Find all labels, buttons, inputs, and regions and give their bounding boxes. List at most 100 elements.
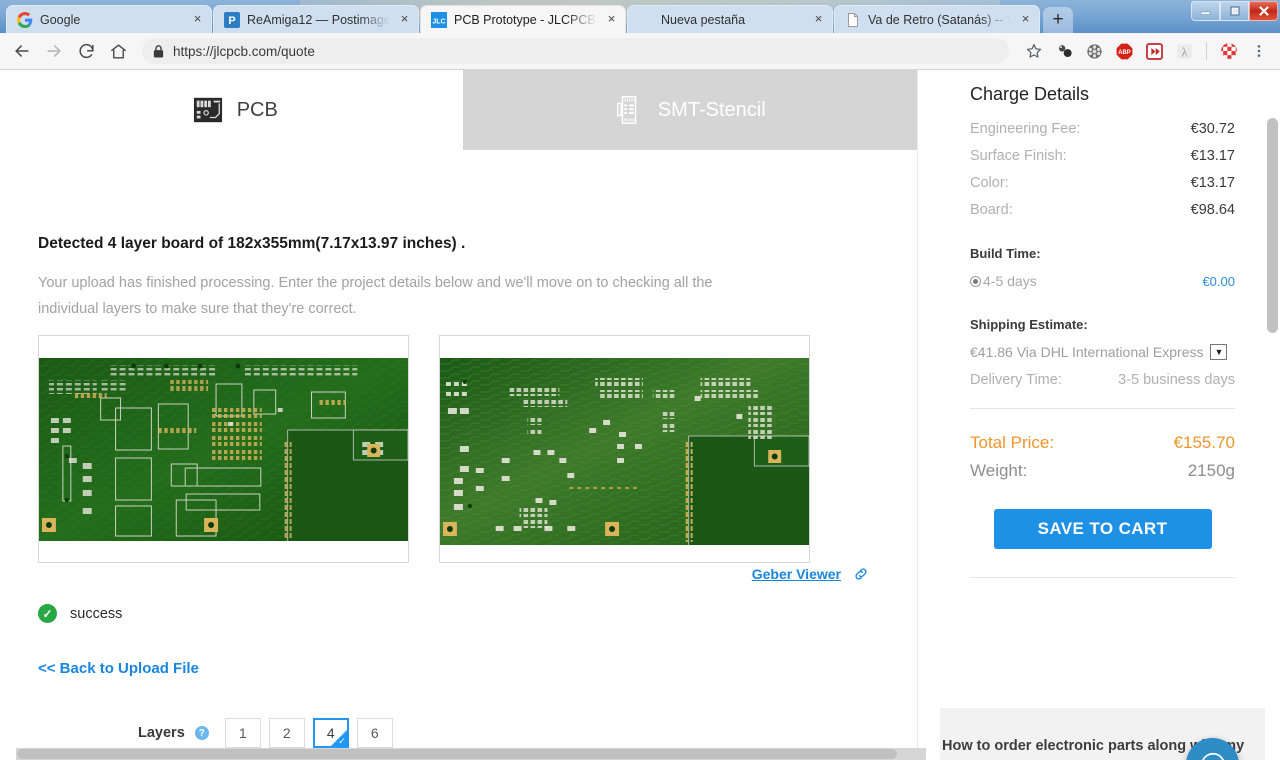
radio-selected-icon[interactable]: [970, 276, 981, 287]
save-to-cart-button[interactable]: SAVE TO CART: [993, 509, 1212, 549]
idm-icon[interactable]: [1141, 38, 1167, 64]
layer-option-group: 1 2 4 ✓ 6: [224, 718, 393, 748]
layer-option-2[interactable]: 2: [268, 718, 305, 748]
charge-details-panel: Charge Details Engineering Fee: €30.72 S…: [940, 70, 1265, 760]
browser-tab-nueva-pestana[interactable]: Nueva pestaña ×: [627, 5, 833, 33]
charge-label: Engineering Fee:: [970, 121, 1081, 137]
forward-icon[interactable]: [40, 37, 68, 65]
charge-value: €30.72: [1190, 121, 1235, 137]
tab-close-icon[interactable]: ×: [397, 12, 412, 27]
home-icon[interactable]: [104, 37, 132, 65]
charge-row-engineering-fee: Engineering Fee: €30.72: [970, 121, 1235, 137]
page-scrollbar[interactable]: [1265, 70, 1280, 760]
browser-tab-va-de-retro[interactable]: Va de Retro (Satanás) -- VER ×: [834, 5, 1040, 33]
page-scrollbar-thumb[interactable]: [1267, 118, 1278, 333]
upload-status-subtext: Your upload has finished processing. Ent…: [38, 275, 713, 317]
tab-smt-stencil-label: SMT-Stencil: [657, 98, 766, 121]
tab-pcb[interactable]: PCB: [8, 70, 463, 150]
jlcpcb-icon: JLC: [431, 11, 447, 28]
tab-close-icon[interactable]: ×: [604, 12, 619, 27]
pcb-board-icon: [193, 97, 222, 123]
geber-viewer-row: Geber Viewer: [752, 566, 869, 582]
pcb-preview-row: [38, 335, 810, 563]
tab-close-icon[interactable]: ×: [811, 12, 826, 27]
geber-viewer-link[interactable]: Geber Viewer: [752, 566, 841, 582]
lock-icon: [153, 44, 164, 58]
layer-option-6[interactable]: 6: [356, 718, 393, 748]
pcb-top-render: [39, 358, 408, 541]
svg-text:λ: λ: [1181, 45, 1188, 59]
layer-option-4-label: 4: [326, 725, 335, 741]
browser-tab-title: PCB Prototype - JLCPCB: [454, 12, 596, 27]
document-icon: [848, 12, 858, 27]
shipping-estimate-label: Shipping Estimate:: [970, 317, 1088, 332]
chat-bubble-icon: [1201, 752, 1224, 760]
browser-tab-jlcpcb[interactable]: JLC PCB Prototype - JLCPCB ×: [420, 5, 626, 33]
page-viewport: PCB SMT-Stencil Detected 4 layer board o…: [0, 70, 1280, 760]
browser-tab-title: Va de Retro (Satanás) -- VER: [868, 12, 1011, 27]
tab-close-icon[interactable]: ×: [1018, 12, 1033, 27]
browser-tab-google[interactable]: Google ×: [6, 5, 212, 33]
build-time-option-row[interactable]: 4-5 days €0.00: [970, 273, 1235, 289]
link-chain-icon[interactable]: [853, 566, 869, 582]
new-tab-button[interactable]: +: [1043, 7, 1073, 33]
delivery-time-row: Delivery Time: 3-5 business days: [970, 372, 1235, 388]
browser-toolbar: https://jlcpcb.com/quote ABP λ: [0, 33, 1280, 70]
build-time-option-label: 4-5 days: [983, 273, 1037, 289]
kebab-menu-icon[interactable]: [1246, 38, 1272, 64]
detected-board-headline: Detected 4 layer board of 182x355mm(7.17…: [38, 235, 466, 252]
pcb-preview-bottom[interactable]: [439, 335, 810, 563]
weight-label: Weight:: [970, 461, 1028, 480]
browser-tab-postimage[interactable]: P ReAmiga12 — Postimage.org ×: [213, 5, 419, 33]
total-price-row: Total Price: €155.70: [970, 433, 1235, 453]
horizontal-scrollbar[interactable]: [16, 748, 926, 760]
selected-check-icon: ✓: [338, 736, 346, 746]
layer-option-4[interactable]: 4 ✓: [312, 718, 349, 748]
tab-close-icon[interactable]: ×: [190, 12, 205, 27]
success-check-icon: ✓: [38, 604, 57, 623]
build-time-label: Build Time:: [970, 246, 1041, 261]
status-badge: success: [70, 605, 123, 622]
page-title: Charge Details: [970, 84, 1090, 104]
film-reel-icon[interactable]: [1081, 38, 1107, 64]
svg-text:JLC: JLC: [432, 18, 445, 25]
google-icon: [17, 11, 33, 28]
build-time-option[interactable]: 4-5 days: [970, 273, 1037, 289]
window-minimize-button[interactable]: [1191, 1, 1220, 21]
chevron-down-icon[interactable]: ▼: [1210, 344, 1228, 360]
pcb-bottom-render: [440, 358, 809, 545]
blank-icon: [638, 12, 654, 28]
window-close-button[interactable]: [1249, 1, 1278, 21]
checkers-avatar-icon[interactable]: [1216, 38, 1242, 64]
charge-value: €13.17: [1190, 175, 1235, 191]
total-price-value: €155.70: [1173, 433, 1235, 452]
upload-status: ✓ success: [38, 604, 122, 623]
tab-pcb-label: PCB: [236, 98, 278, 121]
browser-tab-title: Nueva pestaña: [661, 12, 746, 27]
back-to-upload-link[interactable]: << Back to Upload File: [38, 660, 199, 677]
stencil-icon: [616, 96, 637, 124]
molecule-icon[interactable]: [1051, 38, 1077, 64]
star-icon[interactable]: [1021, 38, 1047, 64]
browser-tab-title: Google: [40, 12, 81, 27]
adblock-plus-icon[interactable]: ABP: [1111, 38, 1137, 64]
question-mark-icon[interactable]: ?: [194, 726, 209, 740]
weight-row: Weight: 2150g: [970, 461, 1235, 481]
sidebar-divider: [970, 408, 1235, 409]
browser-tab-title: ReAmiga12 — Postimage.org: [247, 12, 390, 27]
tab-smt-stencil[interactable]: SMT-Stencil: [462, 70, 917, 150]
toolbar-divider: [1206, 42, 1207, 60]
back-icon[interactable]: [8, 37, 36, 65]
window-maximize-button[interactable]: [1220, 1, 1249, 21]
layer-option-1[interactable]: 1: [224, 718, 261, 748]
build-time-price: €0.00: [1202, 273, 1235, 289]
shipping-method-row[interactable]: €41.86 Via DHL International Express ▼: [970, 344, 1235, 360]
page-content: PCB SMT-Stencil Detected 4 layer board o…: [0, 70, 1280, 760]
reload-icon[interactable]: [72, 37, 100, 65]
delivery-time-value: 3-5 business days: [1118, 372, 1235, 388]
horizontal-scrollbar-thumb[interactable]: [17, 749, 897, 759]
address-bar[interactable]: https://jlcpcb.com/quote: [142, 38, 1009, 64]
pcb-preview-top[interactable]: [38, 335, 409, 563]
tab-strip: Google × P ReAmiga12 — Postimage.org × J…: [0, 0, 1280, 33]
pdf-icon[interactable]: λ: [1171, 38, 1197, 64]
